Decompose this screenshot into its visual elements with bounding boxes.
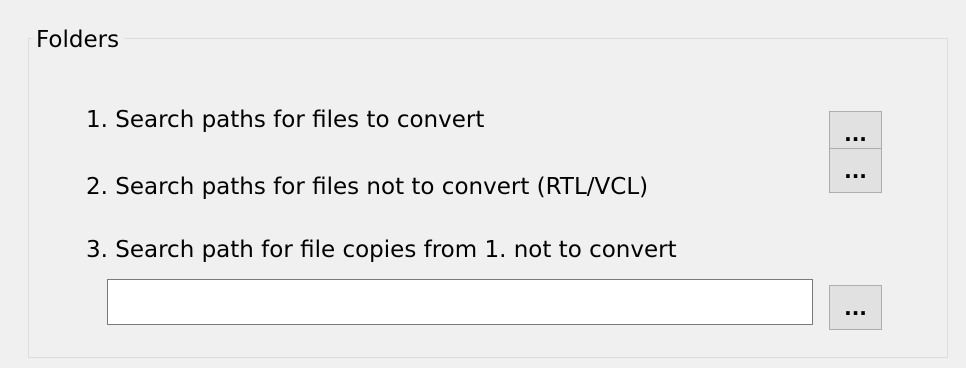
file-copies-path-label: 3. Search path for file copies from 1. n…	[86, 237, 677, 263]
folders-group-title: Folders	[33, 24, 125, 56]
browse-search-paths-not-convert-button[interactable]: ...	[829, 148, 882, 193]
search-paths-not-convert-label: 2. Search paths for files not to convert…	[86, 174, 649, 200]
file-copies-path-input[interactable]	[107, 279, 813, 325]
browse-file-copies-path-button[interactable]: ...	[829, 285, 882, 330]
search-paths-convert-label: 1. Search paths for files to convert	[86, 107, 485, 133]
